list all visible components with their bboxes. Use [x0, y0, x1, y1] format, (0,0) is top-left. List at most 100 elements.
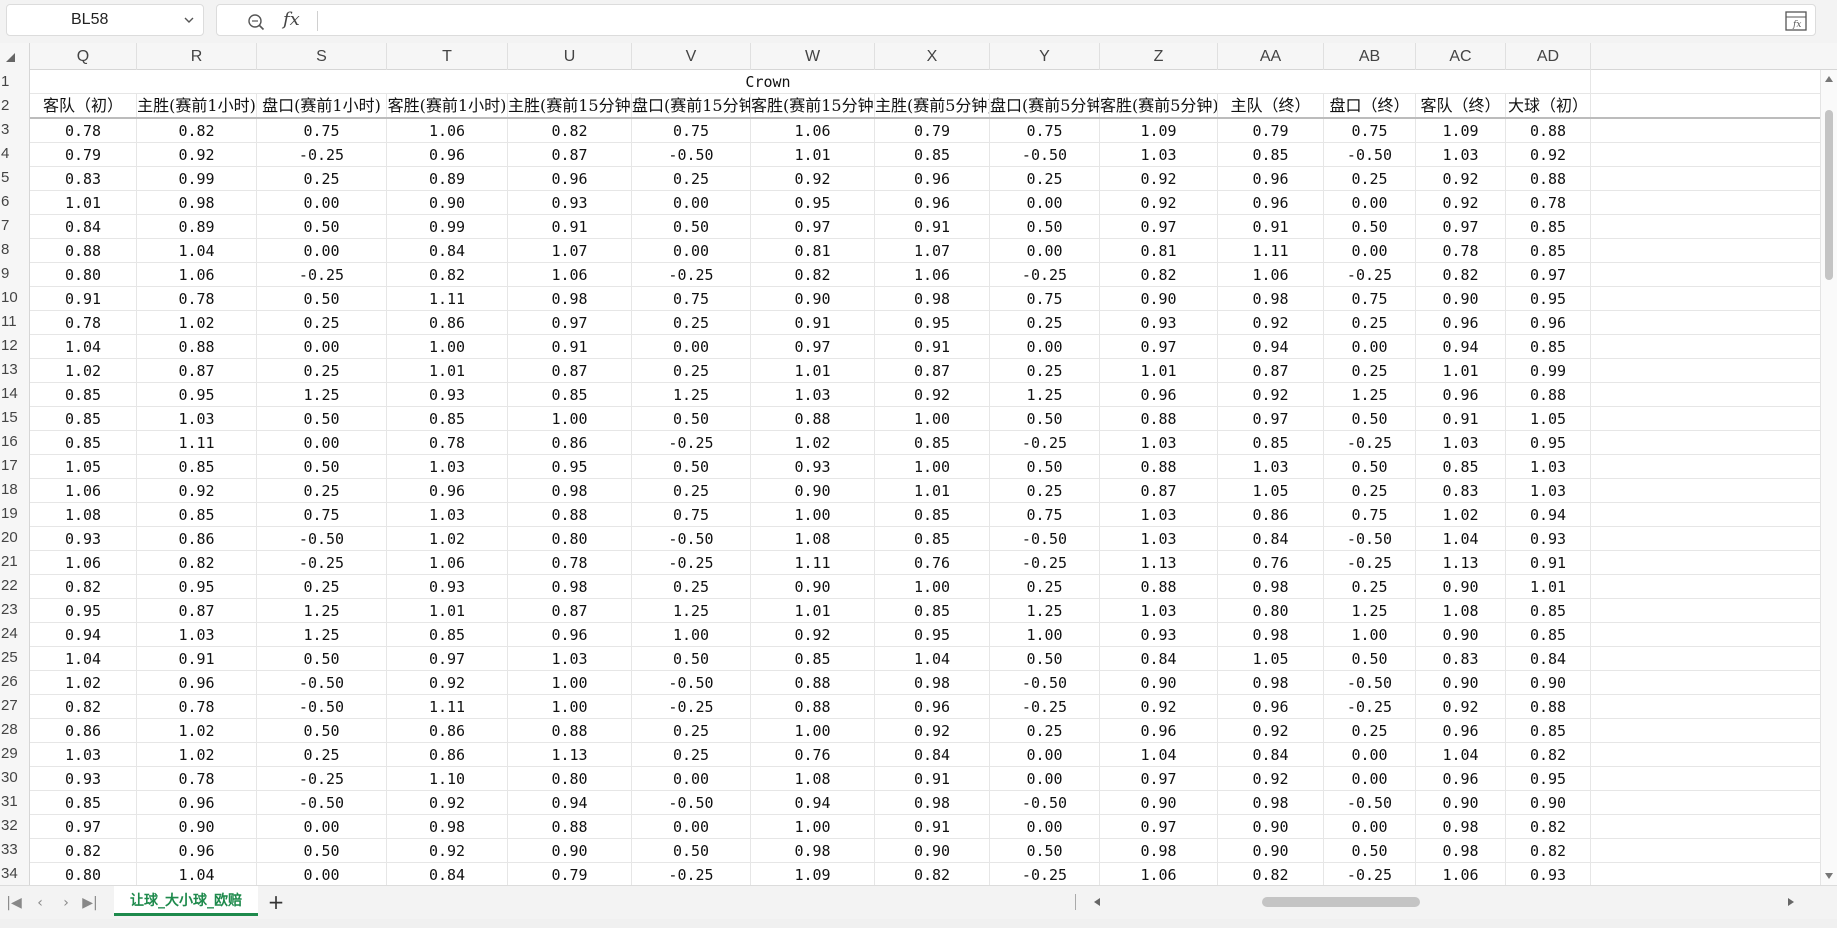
cell[interactable]: 0.85	[875, 143, 990, 167]
cell[interactable]: 0.82	[30, 575, 137, 599]
cell[interactable]: 1.08	[751, 767, 875, 791]
cell[interactable]: 0.50	[1324, 215, 1416, 239]
header-cell[interactable]: 客队（终）	[1416, 94, 1506, 118]
cell[interactable]: 0.25	[1324, 167, 1416, 191]
cell[interactable]: 0.88	[751, 671, 875, 695]
cell[interactable]: 0.86	[387, 743, 508, 767]
cell[interactable]: 0.97	[387, 647, 508, 671]
cell[interactable]: 0.90	[751, 479, 875, 503]
cell[interactable]: -0.50	[257, 671, 387, 695]
header-cell[interactable]: 盘口（终）	[1324, 94, 1416, 118]
column-header-ad[interactable]: AD	[1506, 43, 1591, 70]
cell[interactable]: 0.99	[1506, 359, 1591, 383]
cell[interactable]: 1.02	[387, 527, 508, 551]
header-cell[interactable]: 客胜(赛前15分钟)	[751, 94, 875, 118]
cell[interactable]: 1.01	[1100, 359, 1218, 383]
scroll-down-icon[interactable]	[1825, 873, 1833, 879]
cell[interactable]: 0.85	[1506, 719, 1591, 743]
cell[interactable]: 0.96	[387, 479, 508, 503]
cell[interactable]: 0.25	[632, 359, 751, 383]
cell-area[interactable]: Crown 客队（初） 主胜(赛前1小时) 盘口(赛前1小时) 客胜(赛前1小时) 主胜(…	[30, 70, 1820, 885]
cell[interactable]: 0.00	[257, 191, 387, 215]
cell[interactable]: 1.25	[632, 383, 751, 407]
cell[interactable]: 0.00	[990, 335, 1100, 359]
cell[interactable]: 0.85	[387, 407, 508, 431]
cell[interactable]: 0.00	[632, 815, 751, 839]
cell[interactable]: -0.25	[257, 263, 387, 287]
cell[interactable]: 1.02	[137, 743, 257, 767]
row-header[interactable]: 9	[0, 262, 30, 286]
header-cell[interactable]: 客队（初）	[30, 94, 137, 118]
row-header[interactable]: 10	[0, 286, 30, 310]
cell[interactable]: 0.94	[1506, 503, 1591, 527]
cell[interactable]: 0.93	[1506, 863, 1591, 885]
cell[interactable]: 0.93	[1100, 623, 1218, 647]
cell[interactable]: 0.90	[1100, 671, 1218, 695]
cell[interactable]: 0.75	[632, 503, 751, 527]
cell[interactable]: 1.10	[387, 767, 508, 791]
cell[interactable]: 0.84	[30, 215, 137, 239]
cell[interactable]: 1.01	[387, 599, 508, 623]
header-cell[interactable]: 盘口(赛前5分钟)	[990, 94, 1100, 118]
cell[interactable]: 0.94	[30, 623, 137, 647]
cell[interactable]: 0.94	[751, 791, 875, 815]
row-header[interactable]: 13	[0, 358, 30, 382]
cell[interactable]: -0.50	[632, 527, 751, 551]
zoom-icon[interactable]	[247, 13, 265, 31]
cell[interactable]: 1.06	[508, 263, 632, 287]
cell[interactable]: 1.03	[1506, 479, 1591, 503]
cell[interactable]: 0.93	[1100, 311, 1218, 335]
chevron-down-icon[interactable]	[183, 14, 195, 26]
cell[interactable]: 0.78	[30, 311, 137, 335]
cell[interactable]: 0.83	[1416, 647, 1506, 671]
cell[interactable]: 0.93	[508, 191, 632, 215]
cell[interactable]: 0.82	[1416, 263, 1506, 287]
cell[interactable]: 0.98	[508, 479, 632, 503]
cell[interactable]: 1.04	[30, 335, 137, 359]
cell[interactable]: 1.03	[137, 407, 257, 431]
cell[interactable]: 0.25	[257, 575, 387, 599]
cell[interactable]: 1.25	[632, 599, 751, 623]
cell[interactable]: 0.92	[875, 719, 990, 743]
cell[interactable]: 0.95	[751, 191, 875, 215]
cell[interactable]: 0.98	[751, 839, 875, 863]
cell[interactable]: 0.25	[632, 743, 751, 767]
row-header[interactable]: 30	[0, 766, 30, 790]
row-header[interactable]: 28	[0, 718, 30, 742]
cell[interactable]: 0.81	[1100, 239, 1218, 263]
cell[interactable]: 1.13	[508, 743, 632, 767]
cell[interactable]: 0.93	[30, 527, 137, 551]
cell[interactable]: 0.00	[257, 239, 387, 263]
cell[interactable]: 1.01	[751, 359, 875, 383]
cell[interactable]: -0.25	[1324, 863, 1416, 885]
cell[interactable]: 0.50	[632, 455, 751, 479]
cell[interactable]: 0.90	[1100, 791, 1218, 815]
cell[interactable]: 1.03	[30, 743, 137, 767]
cell[interactable]: -0.50	[632, 143, 751, 167]
cell[interactable]: 0.85	[30, 383, 137, 407]
row-header[interactable]: 23	[0, 598, 30, 622]
cell[interactable]: 1.11	[387, 287, 508, 311]
cell[interactable]: 0.83	[1416, 479, 1506, 503]
cell[interactable]: 1.03	[1100, 599, 1218, 623]
cell[interactable]: 0.88	[1506, 695, 1591, 719]
prev-sheet-icon[interactable]: ‹	[32, 895, 48, 911]
row-header[interactable]: 34	[0, 862, 30, 885]
row-header[interactable]: 17	[0, 454, 30, 478]
cell[interactable]: 1.05	[30, 455, 137, 479]
cell[interactable]: 0.82	[875, 863, 990, 885]
cell[interactable]: 0.25	[1324, 719, 1416, 743]
cell[interactable]: 0.75	[632, 119, 751, 143]
cell[interactable]: 0.82	[137, 119, 257, 143]
cell[interactable]: 0.87	[1218, 359, 1324, 383]
cell[interactable]: 1.04	[1100, 743, 1218, 767]
scroll-right-icon[interactable]	[1788, 898, 1794, 906]
cell[interactable]: 0.00	[1324, 239, 1416, 263]
cell[interactable]: 0.96	[387, 143, 508, 167]
cell[interactable]: 0.85	[1218, 143, 1324, 167]
header-cell[interactable]: 主胜(赛前5分钟)	[875, 94, 990, 118]
cell[interactable]: 1.06	[1100, 863, 1218, 885]
cell[interactable]: 0.88	[1506, 383, 1591, 407]
cell[interactable]: 0.92	[1218, 383, 1324, 407]
cell[interactable]: 0.85	[1506, 239, 1591, 263]
